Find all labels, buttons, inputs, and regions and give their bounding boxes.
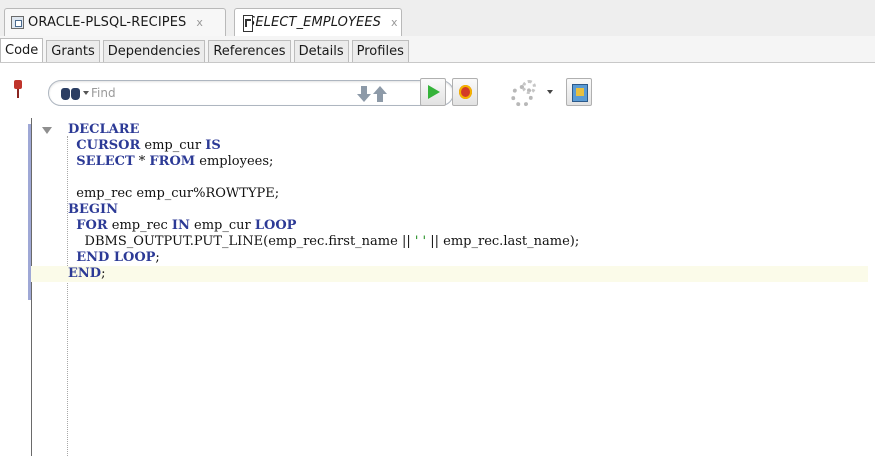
code-line[interactable]: CURSOR emp_cur IS bbox=[68, 138, 868, 154]
fold-toggle-icon[interactable] bbox=[42, 127, 52, 134]
tab-grants[interactable]: Grants bbox=[46, 40, 100, 62]
tab-code[interactable]: Code bbox=[0, 38, 44, 62]
tab-profiles[interactable]: Profiles bbox=[351, 40, 409, 62]
keyword-token: LOOP bbox=[254, 218, 297, 233]
code-line[interactable]: END; bbox=[31, 266, 868, 282]
code-token: emp_cur bbox=[140, 138, 206, 153]
editor-toolbar bbox=[0, 64, 875, 118]
code-text[interactable]: DECLARE CURSOR emp_cur IS SELECT * FROM … bbox=[31, 122, 868, 282]
compile-button[interactable] bbox=[566, 78, 592, 106]
keyword-token: CURSOR bbox=[76, 138, 141, 153]
find-next-arrow-down-icon[interactable] bbox=[357, 86, 371, 102]
code-line[interactable]: BEGIN bbox=[68, 202, 868, 218]
code-token: ; bbox=[155, 250, 160, 265]
code-line[interactable] bbox=[68, 170, 868, 186]
find-previous-arrow-up-icon[interactable] bbox=[373, 86, 387, 102]
code-line[interactable]: SELECT * FROM employees; bbox=[68, 154, 868, 170]
code-token: || emp_rec.last_name); bbox=[426, 234, 580, 249]
tab-label: ORACLE-PLSQL-RECIPES bbox=[28, 15, 187, 30]
run-button[interactable] bbox=[420, 78, 446, 106]
debug-button[interactable] bbox=[452, 78, 478, 106]
code-token: emp_rec bbox=[107, 218, 172, 233]
code-token: * bbox=[134, 154, 150, 169]
gear-icon[interactable] bbox=[506, 78, 536, 107]
keyword-token: DECLARE bbox=[68, 122, 140, 137]
code-token: emp_rec emp_cur%ROWTYPE; bbox=[68, 186, 280, 201]
code-token: DBMS_OUTPUT.PUT_LINE(emp_rec.first_name … bbox=[68, 234, 415, 249]
tab-details[interactable]: Details bbox=[293, 40, 349, 62]
tab-references[interactable]: References bbox=[208, 40, 291, 62]
keyword-token: FOR bbox=[76, 218, 108, 233]
code-editor[interactable]: DECLARE CURSOR emp_cur IS SELECT * FROM … bbox=[0, 118, 875, 456]
gear-dropdown-icon[interactable] bbox=[547, 90, 553, 94]
find-options-dropdown-icon[interactable] bbox=[83, 91, 89, 95]
keyword-token: END bbox=[68, 266, 102, 281]
keyword-token: SELECT bbox=[76, 154, 135, 169]
keyword-token: IS bbox=[205, 138, 221, 153]
find-box bbox=[48, 80, 454, 106]
close-tab-icon[interactable]: x bbox=[196, 16, 203, 29]
keyword-token: END LOOP bbox=[76, 250, 156, 265]
document-tab-bar: ORACLE-PLSQL-RECIPES x SELECT_EMPLOYEES … bbox=[0, 0, 875, 36]
find-input[interactable] bbox=[91, 84, 291, 102]
editor-subtabs: Code Grants Dependencies References Deta… bbox=[0, 36, 875, 63]
tab-dependencies[interactable]: Dependencies bbox=[102, 40, 206, 62]
pin-icon[interactable] bbox=[13, 80, 23, 100]
code-token: ; bbox=[101, 266, 106, 281]
string-token: ' ' bbox=[414, 234, 427, 249]
keyword-token: IN bbox=[171, 218, 190, 233]
keyword-token: FROM bbox=[149, 154, 196, 169]
database-connection-icon bbox=[11, 16, 24, 29]
keyword-token: BEGIN bbox=[68, 202, 118, 217]
code-line[interactable]: END LOOP; bbox=[68, 250, 868, 266]
gutter-divider bbox=[31, 118, 32, 456]
code-token: employees; bbox=[195, 154, 274, 169]
binoculars-icon[interactable] bbox=[61, 85, 81, 101]
code-token: emp_cur bbox=[189, 218, 255, 233]
code-line[interactable]: DBMS_OUTPUT.PUT_LINE(emp_rec.first_name … bbox=[68, 234, 868, 250]
code-line[interactable]: FOR emp_rec IN emp_cur LOOP bbox=[68, 218, 868, 234]
tab-label: SELECT_EMPLOYEES bbox=[247, 15, 382, 30]
code-line[interactable]: DECLARE bbox=[68, 122, 868, 138]
close-tab-icon[interactable]: x bbox=[391, 16, 398, 29]
tab-select-employees[interactable]: SELECT_EMPLOYEES x bbox=[234, 8, 402, 36]
code-line[interactable]: emp_rec emp_cur%ROWTYPE; bbox=[68, 186, 868, 202]
tab-oracle-plsql-recipes[interactable]: ORACLE-PLSQL-RECIPES x bbox=[4, 8, 226, 36]
